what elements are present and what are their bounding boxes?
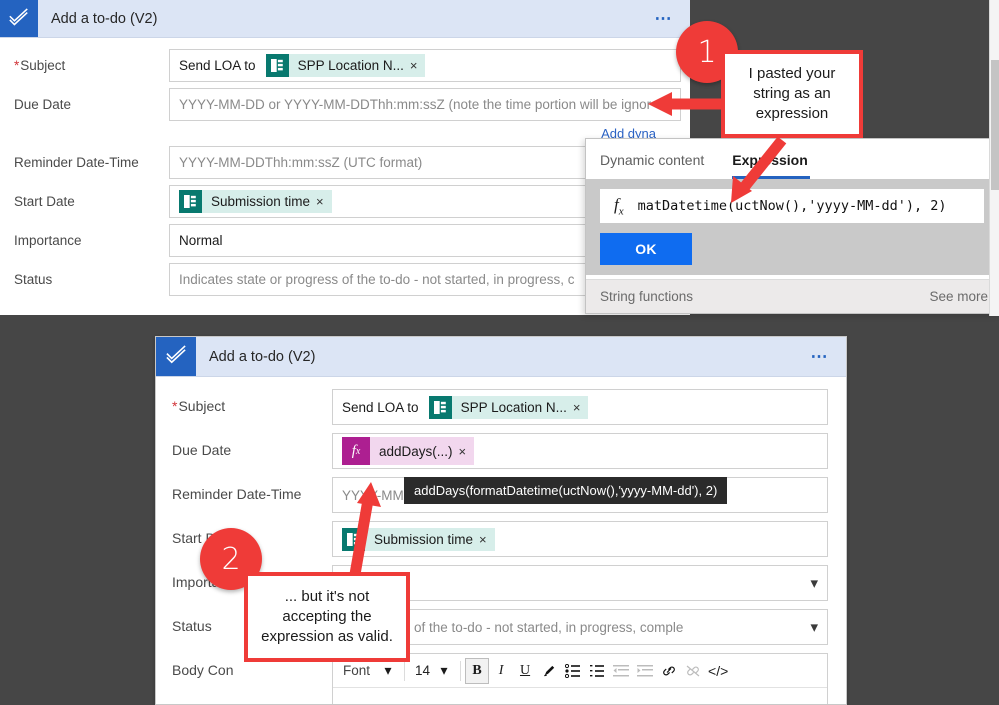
field-label-status: Status <box>14 272 53 287</box>
microsoft-forms-icon <box>428 395 452 419</box>
due-date-input[interactable]: YYYY-MM-DD or YYYY-MM-DDThh:mm:ssZ (note… <box>169 88 681 121</box>
field-label-subject: *Subject <box>172 398 226 414</box>
chevron-down-icon[interactable]: ▾ <box>802 618 818 636</box>
required-asterisk: * <box>172 398 178 414</box>
flyout-tabs: Dynamic content Expression <box>586 139 998 179</box>
token-label: SPP Location N... <box>460 399 567 415</box>
tab-expression[interactable]: Expression <box>732 152 810 179</box>
field-label-due-date: Due Date <box>172 442 232 458</box>
see-more-link[interactable]: See more <box>929 289 988 304</box>
close-icon[interactable]: × <box>573 400 589 415</box>
close-icon[interactable]: × <box>479 532 495 547</box>
microsoft-forms-icon <box>179 190 202 213</box>
status-placeholder: Indicates state or progress of the to-do… <box>179 272 575 287</box>
dynamic-token-spp-location[interactable]: SPP Location N... × <box>265 54 426 77</box>
numbered-list-button[interactable] <box>585 658 609 684</box>
microsoft-forms-icon <box>265 54 289 77</box>
ok-button[interactable]: OK <box>600 233 692 265</box>
fx-icon: fx <box>342 437 370 465</box>
to-do-checkmark-icon <box>156 337 196 376</box>
token-label: Submission time <box>211 194 311 209</box>
underline-button[interactable]: U <box>513 658 537 684</box>
rich-text-content[interactable]: DEALER SALES MANAGER <box>333 688 827 704</box>
chevron-down-icon[interactable]: ▾ <box>432 658 456 684</box>
subject-prefix-text: Send LOA to <box>342 399 419 415</box>
dynamic-token-spp-location[interactable]: SPP Location N... × <box>428 395 589 419</box>
field-label-start-date: Start Date <box>14 194 75 209</box>
token-label: addDays(...) <box>379 443 453 459</box>
dynamic-token-submission-time[interactable]: Submission time × <box>179 190 332 213</box>
due-date-input[interactable]: fx addDays(...) × <box>332 433 828 469</box>
flyout-editor-area: fx matDatetime(uctNow(),'yyyy-MM-dd'), 2… <box>586 179 998 275</box>
expression-text: matDatetime(uctNow(),'yyyy-MM-dd'), 2) <box>637 198 947 214</box>
tab-dynamic-content[interactable]: Dynamic content <box>600 152 706 179</box>
token-label: Submission time <box>374 531 474 547</box>
bulleted-list-button[interactable] <box>561 658 585 684</box>
code-view-button[interactable]: </> <box>705 658 731 684</box>
subject-input[interactable]: Send LOA to SPP Location N... × <box>169 49 681 82</box>
annotation-callout-1: I pasted your string as an expression <box>721 50 863 138</box>
flyout-footer: String functions See more <box>586 279 998 313</box>
reminder-placeholder: YYYY-MM-DDThh:mm:ssZ (UTC format) <box>179 155 423 170</box>
field-label-importance: Importance <box>14 233 82 248</box>
field-label-reminder: Reminder Date-Time <box>14 155 139 170</box>
expression-input[interactable]: fx matDatetime(uctNow(),'yyyy-MM-dd'), 2… <box>600 189 984 223</box>
field-label-reminder: Reminder Date-Time <box>172 486 302 502</box>
field-label-subject: *Subject <box>14 58 66 73</box>
screenshot-stage: Add a to-do (V2) ⋯ *Subject Send LOA to … <box>0 0 999 705</box>
annotation-callout-2: ... but it's not accepting the expressio… <box>244 572 410 662</box>
divider <box>404 660 406 681</box>
microsoft-forms-icon <box>342 527 365 551</box>
divider <box>460 660 462 681</box>
subject-input[interactable]: Send LOA to SPP Location N... × <box>332 389 828 425</box>
page-scrollbar[interactable] <box>989 0 999 316</box>
chevron-down-icon[interactable]: ▾ <box>802 574 818 592</box>
string-functions-label[interactable]: String functions <box>600 289 693 304</box>
importance-value: Normal <box>179 233 223 248</box>
required-asterisk: * <box>14 58 20 73</box>
increase-indent-button[interactable] <box>633 658 657 684</box>
card-header: Add a to-do (V2) ⋯ <box>156 337 846 377</box>
card-title: Add a to-do (V2) <box>209 348 316 365</box>
field-row-due-date: Due Date fx addDays(...) × <box>156 429 846 473</box>
dynamic-token-submission-time[interactable]: Submission time × <box>342 527 495 551</box>
field-row-due-date: Due Date YYYY-MM-DD or YYYY-MM-DDThh:mm:… <box>0 85 690 124</box>
expression-token-adddays[interactable]: fx addDays(...) × <box>342 437 475 465</box>
expression-flyout: Dynamic content Expression fx matDatetim… <box>585 138 999 314</box>
remove-link-button[interactable] <box>681 658 705 684</box>
due-date-placeholder: YYYY-MM-DD or YYYY-MM-DDThh:mm:ssZ (note… <box>179 97 652 112</box>
field-row-subject: *Subject Send LOA to SPP Location N... × <box>0 46 690 85</box>
close-icon[interactable]: × <box>459 444 475 459</box>
close-icon[interactable]: × <box>410 58 426 73</box>
ellipsis-icon[interactable]: ⋯ <box>795 337 847 376</box>
subject-prefix-text: Send LOA to <box>179 58 256 73</box>
field-row-subject: *Subject Send LOA to SPP Location N... × <box>156 385 846 429</box>
start-date-input[interactable]: Submission time × <box>332 521 828 557</box>
token-label: SPP Location N... <box>297 58 404 73</box>
font-size-select[interactable]: 14 <box>409 663 432 678</box>
font-name-select[interactable]: Font <box>335 663 376 678</box>
bold-button[interactable]: B <box>465 657 490 684</box>
decrease-indent-button[interactable] <box>609 658 633 684</box>
card-header: Add a to-do (V2) ⋯ <box>0 0 690 38</box>
close-icon[interactable]: × <box>316 194 332 209</box>
field-label-due-date: Due Date <box>14 97 72 112</box>
highlight-pen-icon[interactable] <box>537 658 561 684</box>
italic-button[interactable]: I <box>489 658 513 684</box>
scrollbar-thumb[interactable] <box>991 60 999 190</box>
expression-tooltip: addDays(formatDatetime(uctNow(),'yyyy-MM… <box>404 477 728 504</box>
insert-link-button[interactable] <box>657 658 681 684</box>
to-do-checkmark-icon <box>0 0 38 37</box>
fx-icon: fx <box>614 194 624 218</box>
card-title: Add a to-do (V2) <box>51 10 158 27</box>
